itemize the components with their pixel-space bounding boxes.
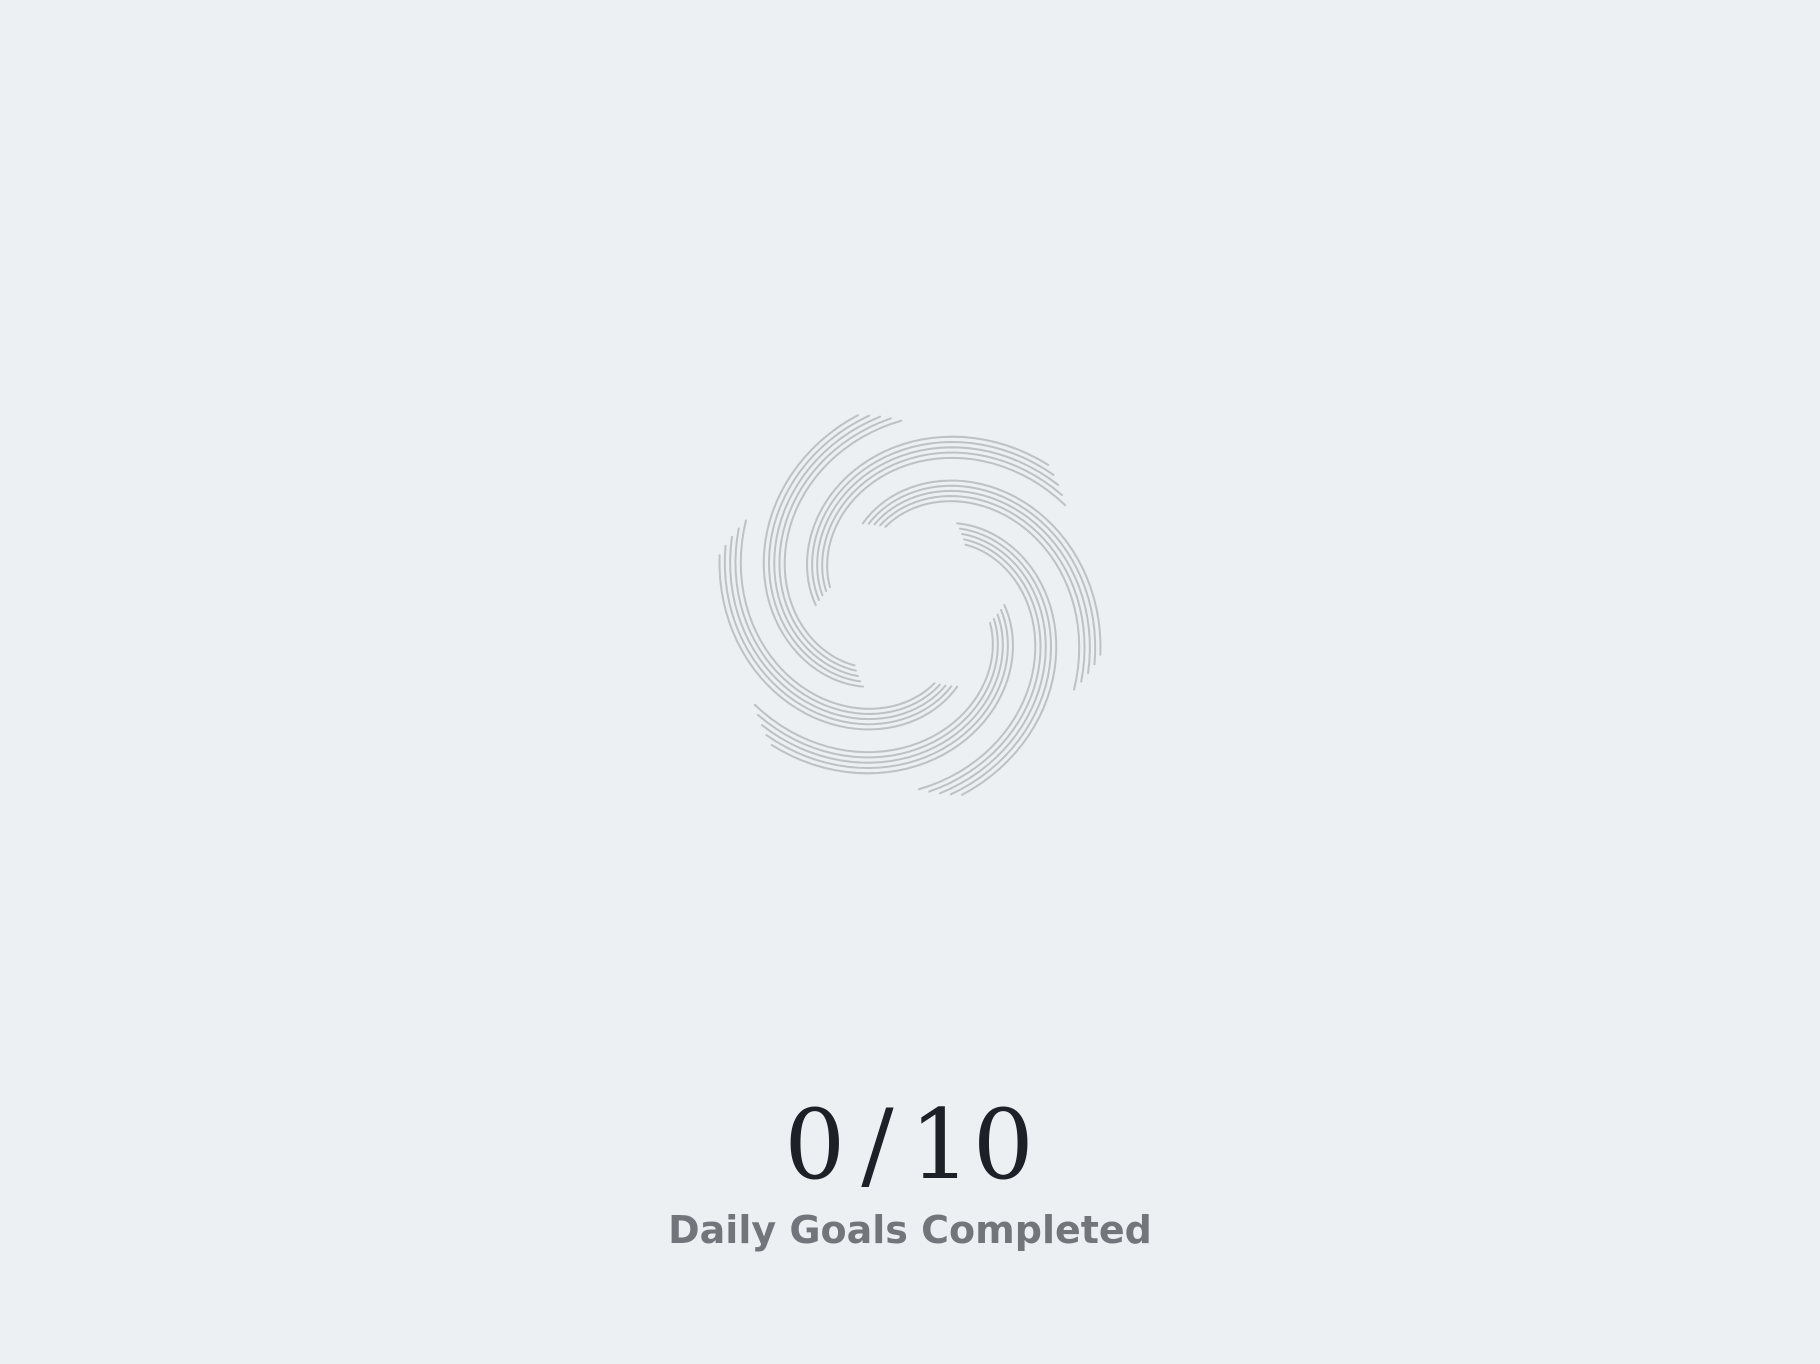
swirl-strand (873, 489, 1091, 675)
goals-counter-separator: / (861, 1089, 896, 1201)
swirl-strand (806, 435, 1050, 607)
goals-caption: Daily Goals Completed (668, 1208, 1152, 1252)
swirl-strand (729, 535, 947, 721)
swirl-ring-icon (705, 400, 1115, 810)
goals-counter: 0/10 (0, 1090, 1820, 1200)
swirl-strand (770, 603, 1014, 775)
daily-goals-screen: { "progress": { "completed": "0", "separ… (0, 0, 1820, 1364)
swirl-graphic (718, 414, 1102, 796)
goals-total-value: 10 (909, 1089, 1036, 1201)
goals-completed-value: 0 (784, 1089, 848, 1201)
swirl-strand (734, 527, 941, 715)
swirl-strand (879, 495, 1086, 683)
